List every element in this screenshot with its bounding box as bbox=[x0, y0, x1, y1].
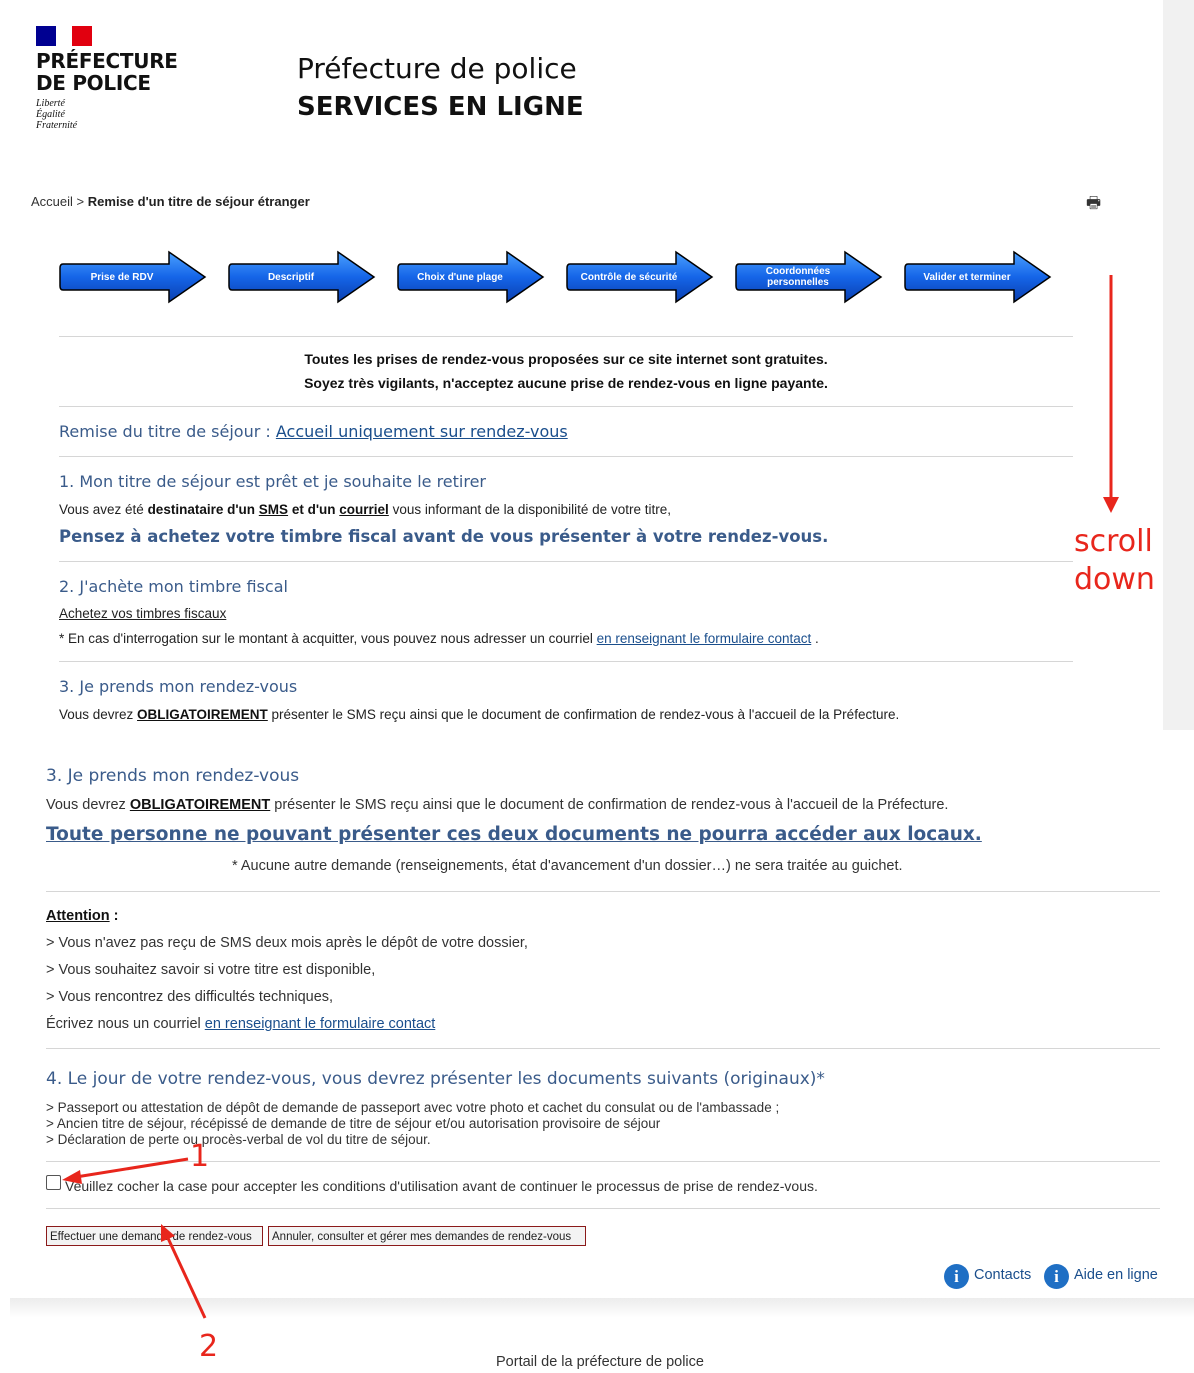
annotation-arrow-1-icon bbox=[62, 1157, 189, 1184]
notice-line-1: Toutes les prises de rendez-vous proposé… bbox=[304, 351, 828, 367]
footer-text[interactable]: Portail de la préfecture de police bbox=[496, 1354, 704, 1370]
step-arrow: Valider et terminer bbox=[904, 250, 1052, 304]
step-arrow: Prise de RDV bbox=[59, 250, 207, 304]
section-1-title: 1. Mon titre de séjour est prêt et je so… bbox=[59, 472, 486, 491]
help-icon[interactable]: i bbox=[1044, 1264, 1069, 1289]
section-3-text-lower: Vous devrez OBLIGATOIREMENT présenter le… bbox=[46, 797, 949, 813]
notice-line-2: Soyez très vigilants, n'acceptez aucune … bbox=[304, 375, 828, 391]
step-label: Valider et terminer bbox=[923, 271, 1011, 283]
documents-item: > Ancien titre de séjour, récépissé de d… bbox=[46, 1116, 661, 1131]
divider bbox=[59, 456, 1073, 457]
divider bbox=[59, 661, 1073, 662]
step-label: Descriptif bbox=[267, 271, 315, 283]
divider bbox=[46, 1048, 1160, 1049]
fiscal-stamp-reminder: Pensez à achetez votre timbre fiscal ava… bbox=[59, 527, 829, 546]
contacts-icon[interactable]: i bbox=[944, 1264, 969, 1289]
scroll-annotation: scroll down bbox=[1074, 524, 1155, 597]
site-subtitle: SERVICES EN LIGNE bbox=[297, 92, 584, 122]
contacts-link[interactable]: Contacts bbox=[974, 1267, 1031, 1283]
buy-fiscal-stamps-link[interactable]: Achetez vos timbres fiscaux bbox=[59, 606, 226, 621]
divider bbox=[59, 406, 1073, 407]
attention-write: Écrivez nous un courriel en renseignant … bbox=[46, 1016, 436, 1032]
step-label: Coordonnées personnelles bbox=[765, 266, 831, 288]
site-title: Préfecture de police bbox=[297, 52, 577, 85]
breadcrumb-home[interactable]: Accueil bbox=[31, 194, 73, 209]
documents-item: > Passeport ou attestation de dépôt de d… bbox=[46, 1100, 780, 1115]
prefecture-logo-text: PRÉFECTURE DE POLICE bbox=[36, 49, 178, 95]
attention-item: > Vous n'avez pas reçu de SMS deux mois … bbox=[46, 935, 528, 951]
french-flag-logo bbox=[36, 26, 92, 46]
documents-warning: Toute personne ne pouvant présenter ces … bbox=[46, 824, 982, 845]
no-other-request-note: * Aucune autre demande (renseignements, … bbox=[232, 858, 903, 874]
section-3-text: Vous devrez OBLIGATOIREMENT présenter le… bbox=[59, 707, 900, 722]
divider bbox=[46, 1161, 1160, 1162]
step-arrow: Coordonnées personnelles bbox=[735, 250, 883, 304]
section-3-title: 3. Je prends mon rendez-vous bbox=[59, 677, 298, 696]
divider bbox=[46, 1208, 1160, 1209]
section-1-text: Vous avez été destinataire d'un SMS et d… bbox=[59, 502, 671, 517]
section-3-title-lower: 3. Je prends mon rendez-vous bbox=[46, 766, 300, 786]
scroll-down-arrow-icon bbox=[1103, 275, 1119, 513]
republic-motto: Liberté Égalité Fraternité bbox=[36, 98, 78, 131]
divider bbox=[59, 336, 1073, 337]
breadcrumb-current: Remise d'un titre de séjour étranger bbox=[87, 194, 310, 209]
step-arrow: Contrôle de sécurité bbox=[566, 250, 714, 304]
printer-icon[interactable]: 🖶 bbox=[1086, 192, 1101, 219]
annotation-number-2: 2 bbox=[199, 1329, 219, 1364]
documents-item: > Déclaration de perte ou procès-verbal … bbox=[46, 1132, 431, 1147]
step-arrow: Choix d'une plage bbox=[397, 250, 545, 304]
contact-form-link[interactable]: en renseignant le formulaire contact bbox=[597, 631, 812, 646]
breadcrumb: Accueil > Remise d'un titre de séjour ét… bbox=[31, 194, 310, 209]
manage-appointments-button[interactable]: Annuler, consulter et gérer mes demandes… bbox=[268, 1226, 586, 1246]
annotation-number-1: 1 bbox=[190, 1139, 210, 1174]
step-label: Choix d'une plage bbox=[417, 271, 503, 283]
divider bbox=[59, 561, 1073, 562]
divider bbox=[46, 891, 1160, 892]
step-label: Contrôle de sécurité bbox=[580, 271, 678, 283]
help-link[interactable]: Aide en ligne bbox=[1074, 1267, 1158, 1283]
contact-form-link-lower[interactable]: en renseignant le formulaire contact bbox=[205, 1016, 436, 1032]
appointment-only-link[interactable]: Accueil uniquement sur rendez-vous bbox=[276, 422, 568, 441]
terms-checkbox[interactable] bbox=[46, 1175, 61, 1190]
attention-item: > Vous souhaitez savoir si votre titre e… bbox=[46, 962, 376, 978]
section-4-title: 4. Le jour de votre rendez-vous, vous de… bbox=[46, 1069, 825, 1089]
step-label: Prise de RDV bbox=[90, 271, 154, 283]
remise-heading: Remise du titre de séjour : Accueil uniq… bbox=[59, 422, 568, 441]
attention-item: > Vous rencontrez des difficultés techni… bbox=[46, 989, 334, 1005]
annotation-arrow-2-icon bbox=[161, 1224, 207, 1319]
step-arrow: Descriptif bbox=[228, 250, 376, 304]
scrollbar[interactable] bbox=[1163, 0, 1194, 730]
attention-title: Attention : bbox=[46, 908, 119, 924]
section-2-note: * En cas d'interrogation sur le montant … bbox=[59, 631, 819, 646]
section-2-title: 2. J'achète mon timbre fiscal bbox=[59, 577, 288, 596]
